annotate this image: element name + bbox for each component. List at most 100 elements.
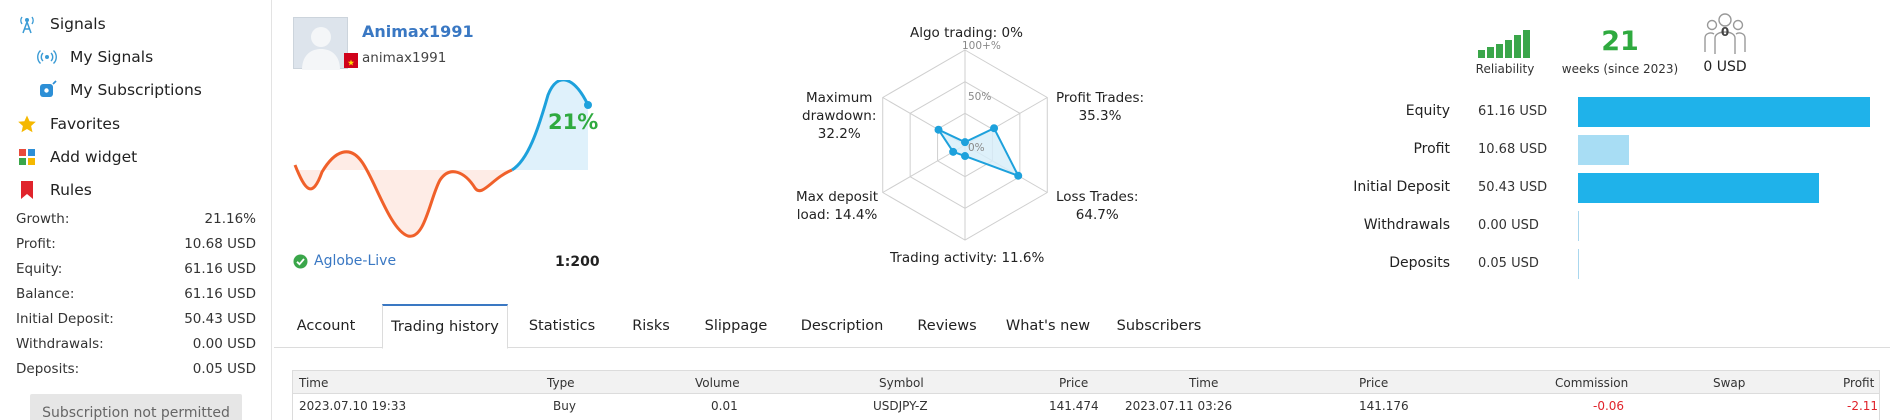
stat-label: Growth: bbox=[16, 211, 70, 227]
tab-risks[interactable]: Risks bbox=[616, 304, 686, 348]
tab-reviews[interactable]: Reviews bbox=[902, 304, 992, 348]
nav-rules[interactable]: Rules bbox=[16, 176, 92, 204]
bookmark-icon bbox=[16, 179, 38, 201]
growth-chart bbox=[293, 80, 592, 238]
stat-value: 10.68 USD bbox=[184, 236, 256, 252]
tab-subscribers[interactable]: Subscribers bbox=[1104, 304, 1214, 348]
stat-value: 61.16 USD bbox=[184, 286, 256, 302]
radar-label-trading-activity: Trading activity: 11.6% bbox=[890, 250, 1045, 266]
end-point-marker bbox=[584, 101, 592, 109]
nav-add-widget[interactable]: Add widget bbox=[16, 143, 137, 171]
stat-value: 0.05 USD bbox=[192, 361, 256, 377]
radar-label-loss-trades: Loss Trades: 64.7% bbox=[1056, 189, 1139, 223]
broker-link[interactable]: Aglobe-Live bbox=[293, 253, 396, 269]
cell-time-open: 2023.07.10 19:33 bbox=[299, 399, 407, 413]
stat-initial-deposit: Initial Deposit: 50.43 USD bbox=[16, 311, 256, 331]
col-profit[interactable]: Profit bbox=[1843, 376, 1874, 390]
nav-label: Signals bbox=[50, 15, 106, 33]
subscription-button[interactable]: Subscription not permitted bbox=[30, 394, 242, 420]
leverage: 1:200 bbox=[555, 254, 600, 270]
sidebar: Signals My Signals My Subscriptions Favo… bbox=[0, 0, 272, 420]
bar-equity bbox=[1578, 97, 1870, 127]
bar-initial-deposit bbox=[1578, 173, 1819, 203]
bar-value-initial-deposit: 50.43 USD bbox=[1478, 180, 1548, 195]
bar-label-withdrawals: Withdrawals bbox=[1363, 217, 1450, 233]
stat-value: 0.00 USD bbox=[192, 336, 256, 352]
subscription-icon bbox=[36, 79, 58, 101]
tab-description[interactable]: Description bbox=[786, 304, 898, 348]
radar-data-point bbox=[934, 125, 943, 134]
login-name: animax1991 bbox=[362, 50, 447, 66]
col-volume[interactable]: Volume bbox=[695, 376, 740, 390]
bar-label-deposits: Deposits bbox=[1389, 255, 1450, 271]
subscribers-count: 0 bbox=[1720, 25, 1730, 39]
radar-chart bbox=[882, 49, 1048, 241]
radar-data-point bbox=[990, 124, 999, 133]
table-header: Time Type Volume Symbol Price Time Price… bbox=[292, 370, 1880, 394]
radar-data-point bbox=[949, 147, 958, 156]
avatar bbox=[293, 17, 348, 70]
stat-profit: Profit: 10.68 USD bbox=[16, 236, 256, 256]
nav-my-subscriptions[interactable]: My Subscriptions bbox=[36, 76, 202, 104]
stat-label: Deposits: bbox=[16, 361, 80, 377]
cell-volume: 0.01 bbox=[711, 399, 738, 413]
radar-data-point bbox=[1014, 171, 1023, 180]
stat-value: 21.16% bbox=[204, 211, 256, 227]
stat-balance: Balance: 61.16 USD bbox=[16, 286, 256, 306]
tab-statistics[interactable]: Statistics bbox=[512, 304, 612, 348]
user-silhouette-icon bbox=[302, 27, 340, 70]
username-link[interactable]: Animax1991 bbox=[362, 22, 474, 41]
radar-scale-label: 0% bbox=[968, 142, 985, 154]
col-price-open[interactable]: Price bbox=[1059, 376, 1088, 390]
verified-check-icon bbox=[293, 254, 308, 269]
nav-label: Favorites bbox=[50, 115, 121, 133]
bar-value-withdrawals: 0.00 USD bbox=[1478, 218, 1539, 233]
radar-label-max-deposit-load: Max deposit load: 14.4% bbox=[796, 189, 878, 223]
nav-signals[interactable]: Signals bbox=[16, 10, 106, 38]
signal-antenna-icon bbox=[16, 13, 38, 35]
cell-price-open: 141.474 bbox=[1049, 399, 1099, 413]
stat-label: Profit: bbox=[16, 236, 56, 252]
cell-symbol: USDJPY-Z bbox=[873, 399, 928, 413]
col-price-close[interactable]: Price bbox=[1359, 376, 1388, 390]
reliability-bars-icon bbox=[1478, 30, 1530, 58]
col-symbol[interactable]: Symbol bbox=[879, 376, 924, 390]
cell-time-close: 2023.07.11 03:26 bbox=[1125, 399, 1233, 413]
col-swap[interactable]: Swap bbox=[1713, 376, 1745, 390]
widget-icon bbox=[16, 146, 38, 168]
bar-value-deposits: 0.05 USD bbox=[1478, 256, 1539, 271]
radar-scale-label: 50% bbox=[968, 91, 992, 103]
stat-label: Balance: bbox=[16, 286, 75, 302]
radar-label-algo-trading: Algo trading: 0% bbox=[910, 25, 1023, 41]
cell-type: Buy bbox=[553, 399, 576, 413]
nav-label: Rules bbox=[50, 181, 92, 199]
nav-label: My Signals bbox=[70, 48, 154, 66]
nav-favorites[interactable]: Favorites bbox=[16, 110, 120, 138]
radar-label-max-drawdown: Maximum drawdown: 32.2% bbox=[802, 90, 877, 142]
cell-profit: -2.11 bbox=[1847, 399, 1879, 413]
growth-percent: 21% bbox=[548, 110, 599, 134]
bar-label-initial-deposit: Initial Deposit bbox=[1353, 179, 1450, 195]
col-time-close[interactable]: Time bbox=[1189, 376, 1218, 390]
nav-my-signals[interactable]: My Signals bbox=[36, 43, 153, 71]
tab-whats-new[interactable]: What's new bbox=[996, 304, 1100, 348]
broker-name: Aglobe-Live bbox=[314, 253, 397, 269]
weeks-label: weeks (since 2023) bbox=[1561, 62, 1679, 76]
cell-commission: -0.06 bbox=[1593, 399, 1625, 413]
stat-growth: Growth: 21.16% bbox=[16, 211, 256, 231]
stat-withdrawals: Withdrawals: 0.00 USD bbox=[16, 336, 256, 356]
cell-price-close: 141.176 bbox=[1359, 399, 1409, 413]
tab-slippage[interactable]: Slippage bbox=[690, 304, 782, 348]
country-flag-icon bbox=[344, 53, 358, 68]
reliability-label: Reliability bbox=[1475, 62, 1535, 76]
stat-label: Initial Deposit: bbox=[16, 311, 114, 327]
tab-trading-history[interactable]: Trading history bbox=[382, 304, 508, 349]
tab-account[interactable]: Account bbox=[274, 304, 378, 348]
col-commission[interactable]: Commission bbox=[1555, 376, 1628, 390]
bar-profit bbox=[1578, 135, 1629, 165]
bar-withdrawals bbox=[1578, 211, 1579, 241]
col-time-open[interactable]: Time bbox=[299, 376, 328, 390]
col-type[interactable]: Type bbox=[547, 376, 575, 390]
bar-value-profit: 10.68 USD bbox=[1478, 142, 1548, 157]
weeks-value: 21 bbox=[1601, 26, 1639, 57]
